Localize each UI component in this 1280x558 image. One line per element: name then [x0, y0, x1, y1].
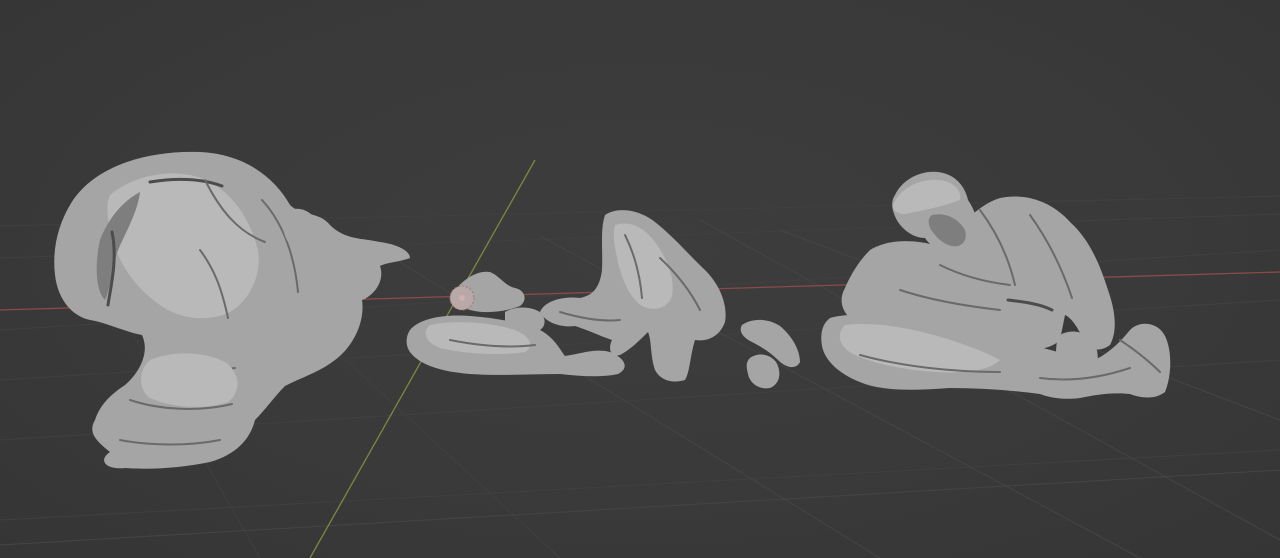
viewport-canvas[interactable]	[0, 0, 1280, 558]
world-origin-gizmo[interactable]	[449, 285, 475, 311]
3d-viewport[interactable]	[0, 0, 1280, 558]
scan-blob-left[interactable]	[54, 151, 410, 469]
